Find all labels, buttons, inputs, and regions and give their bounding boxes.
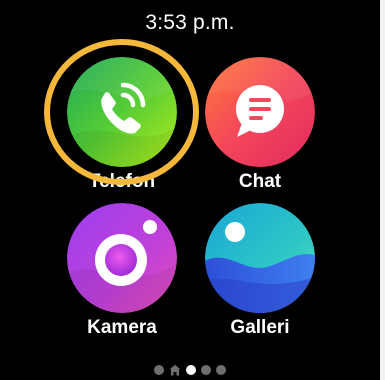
camera-icon	[67, 203, 177, 313]
page-indicator[interactable]	[0, 362, 380, 378]
gallery-icon	[205, 203, 315, 313]
status-time: 3:53 p.m.	[145, 11, 235, 34]
page-dot-5[interactable]	[216, 365, 226, 375]
chat-icon	[205, 57, 315, 167]
watch-screen: 3:53 p.m. Telefon Chat Kamera Galleri	[0, 0, 380, 380]
app-label-galleri: Galleri	[230, 317, 290, 338]
page-dot-1[interactable]	[154, 365, 164, 375]
app-label-telefon: Telefon	[88, 171, 156, 192]
frame-edge	[380, 0, 385, 380]
app-telefon[interactable]: Telefon	[57, 57, 187, 202]
page-dot-3[interactable]	[186, 365, 196, 375]
home-icon[interactable]	[169, 364, 181, 376]
page-dot-4[interactable]	[201, 365, 211, 375]
app-label-chat: Chat	[238, 171, 282, 192]
phone-icon	[67, 57, 177, 167]
app-label-kamera: Kamera	[87, 317, 157, 338]
app-kamera[interactable]: Kamera	[57, 203, 187, 348]
app-galleri[interactable]: Galleri	[195, 203, 325, 348]
app-chat[interactable]: Chat	[195, 57, 325, 202]
